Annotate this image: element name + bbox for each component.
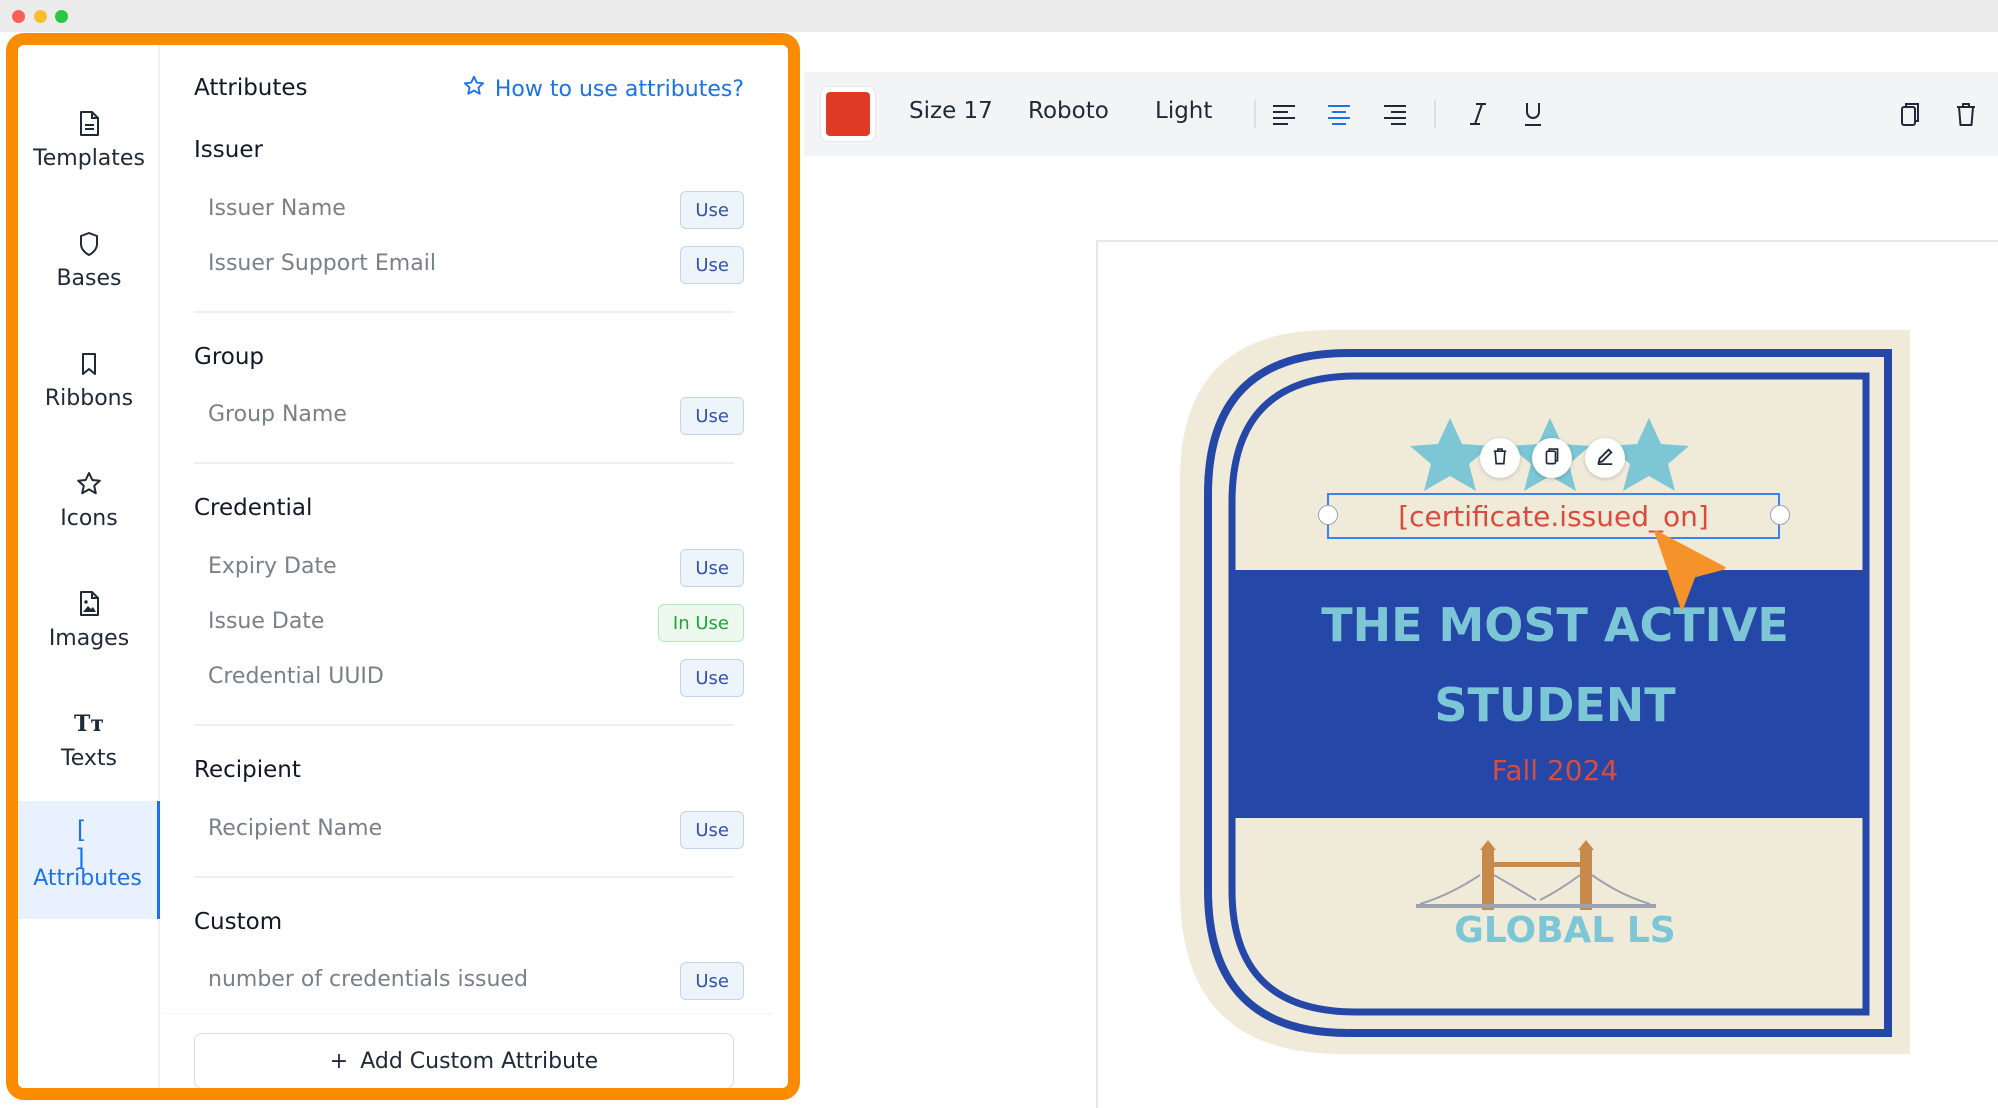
editor-side-panel: Templates Bases Ribbons Icons Images Tт … (6, 33, 800, 1100)
attribute-issue-date: Issue Date (208, 609, 325, 634)
section-title-issuer: Issuer (194, 137, 263, 163)
toolbar-separator (1254, 100, 1256, 128)
section-title-group: Group (194, 344, 265, 370)
bookmark-icon (75, 350, 103, 378)
section-divider (194, 462, 734, 464)
text-icon: Tт (74, 710, 105, 737)
sidebar-item-icons[interactable]: Icons (18, 441, 160, 559)
trash-icon[interactable] (1950, 98, 1982, 130)
section-divider (194, 311, 734, 313)
shield-icon (75, 230, 103, 258)
star-icon (75, 470, 103, 498)
font-size-select[interactable]: Size 17 (909, 98, 993, 124)
toolbar-separator (1434, 100, 1436, 128)
use-credential-uuid-button[interactable]: Use (680, 659, 744, 697)
add-custom-attribute-button[interactable]: + Add Custom Attribute (194, 1033, 734, 1088)
use-recipient-name-button[interactable]: Use (680, 811, 744, 849)
element-delete-button[interactable] (1480, 438, 1520, 478)
section-divider (194, 724, 734, 726)
brackets-icon: [ ] (73, 815, 88, 872)
underline-icon[interactable] (1517, 98, 1549, 130)
attribute-group-name: Group Name (208, 402, 347, 427)
minimize-window-button[interactable] (34, 10, 47, 23)
tools-sidebar: Templates Bases Ribbons Icons Images Tт … (18, 45, 160, 1088)
use-number-of-credentials-issued-button[interactable]: Use (680, 962, 744, 1000)
badge-org-name[interactable]: GLOBAL LS (1290, 910, 1840, 951)
attribute-recipient-name: Recipient Name (208, 816, 383, 841)
badge-headline-line1[interactable]: THE MOST ACTIVE (1260, 598, 1850, 652)
sidebar-item-label: Icons (60, 505, 118, 531)
align-left-icon[interactable] (1268, 98, 1300, 130)
element-duplicate-button[interactable] (1532, 438, 1572, 478)
sidebar-item-ribbons[interactable]: Ribbons (18, 321, 160, 439)
attribute-issuer-support-email: Issuer Support Email (208, 251, 436, 276)
sidebar-item-label: Bases (56, 265, 122, 291)
maximize-window-button[interactable] (55, 10, 68, 23)
close-window-button[interactable] (12, 10, 25, 23)
sidebar-item-label: Ribbons (44, 385, 134, 411)
duplicate-icon (1544, 447, 1560, 469)
resize-handle-left[interactable] (1318, 505, 1338, 525)
badge-subline[interactable]: Fall 2024 (1260, 754, 1850, 787)
use-expiry-date-button[interactable]: Use (680, 549, 744, 587)
use-issuer-name-button[interactable]: Use (680, 191, 744, 229)
attributes-pane: Attributes How to use attributes? Issuer… (162, 45, 772, 1088)
align-right-icon[interactable] (1379, 98, 1411, 130)
add-custom-attribute-label: Add Custom Attribute (360, 1048, 599, 1074)
file-icon (75, 110, 103, 138)
attribute-issuer-name: Issuer Name (208, 196, 346, 221)
plus-icon: + (329, 1048, 349, 1074)
sidebar-item-templates[interactable]: Templates (18, 81, 160, 199)
section-title-recipient: Recipient (194, 757, 301, 783)
use-group-name-button[interactable]: Use (680, 397, 744, 435)
how-to-use-attributes-link[interactable]: How to use attributes? (463, 75, 744, 103)
help-link-label: How to use attributes? (494, 76, 744, 102)
sidebar-item-label: Texts (61, 745, 117, 771)
trash-icon (1492, 447, 1508, 469)
in-use-issue-date-button[interactable]: In Use (657, 604, 744, 642)
sidebar-item-label: Images (48, 625, 130, 651)
sidebar-item-texts[interactable]: Tт Texts (18, 681, 160, 799)
font-family-select[interactable]: Roboto (1028, 98, 1109, 124)
sidebar-item-attributes[interactable]: [ ] Attributes (18, 801, 160, 919)
section-title-credential: Credential (194, 495, 313, 521)
attribute-expiry-date: Expiry Date (208, 554, 337, 579)
section-divider (194, 876, 734, 878)
align-center-icon[interactable] (1323, 98, 1355, 130)
resize-handle-right[interactable] (1770, 505, 1790, 525)
italic-icon[interactable] (1462, 98, 1494, 130)
text-toolbar: Size 17 Roboto Light (804, 72, 1998, 156)
star-outline-icon (463, 75, 485, 103)
use-issuer-support-email-button[interactable]: Use (680, 246, 744, 284)
sidebar-item-bases[interactable]: Bases (18, 201, 160, 319)
section-title-custom: Custom (194, 909, 283, 935)
text-color-picker[interactable] (820, 86, 876, 142)
badge-headline-line2[interactable]: STUDENT (1260, 678, 1850, 732)
sidebar-item-label: Attributes (33, 865, 142, 891)
window-titlebar (0, 0, 1998, 32)
attributes-title: Attributes (194, 75, 308, 101)
duplicate-icon[interactable] (1894, 98, 1926, 130)
sidebar-item-label: Templates (33, 145, 145, 171)
element-edit-button[interactable] (1585, 438, 1625, 478)
mouse-pointer-icon (1654, 530, 1726, 610)
pencil-icon (1596, 447, 1614, 469)
image-file-icon (75, 590, 103, 618)
font-weight-select[interactable]: Light (1155, 98, 1212, 124)
sidebar-item-images[interactable]: Images (18, 561, 160, 679)
attribute-credential-uuid: Credential UUID (208, 664, 384, 689)
attribute-number-of-credentials-issued: number of credentials issued (208, 967, 528, 992)
text-color-swatch (826, 92, 870, 136)
